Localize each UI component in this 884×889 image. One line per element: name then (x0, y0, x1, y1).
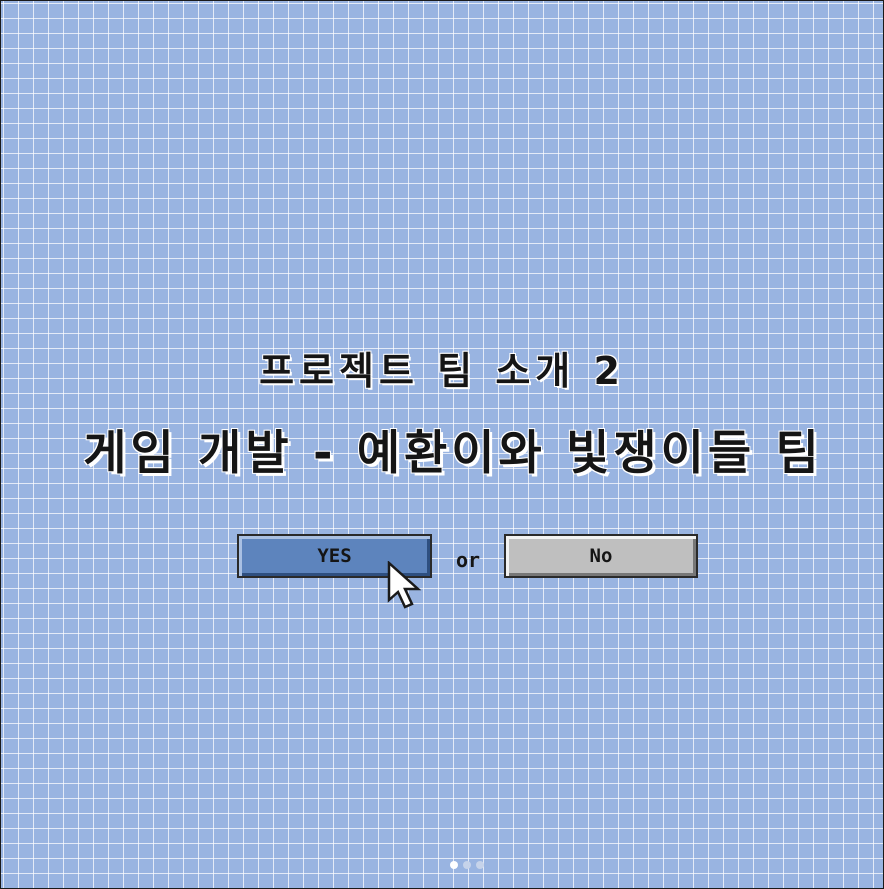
carousel-dot[interactable] (450, 861, 458, 869)
no-button[interactable]: No (504, 534, 698, 578)
no-button-label: No (589, 545, 613, 567)
mouse-pointer-icon (387, 561, 422, 609)
yes-button-label: YES (317, 545, 352, 567)
carousel-dot[interactable] (476, 861, 484, 869)
slide-subtitle: 게임 개발 - 예환이와 빛쟁이들 팀 (83, 426, 823, 481)
carousel-dot[interactable] (463, 861, 471, 869)
slide-title: 프로젝트 팀 소개 2 (259, 349, 625, 393)
or-label: or (455, 548, 481, 572)
carousel-dots (450, 861, 484, 869)
